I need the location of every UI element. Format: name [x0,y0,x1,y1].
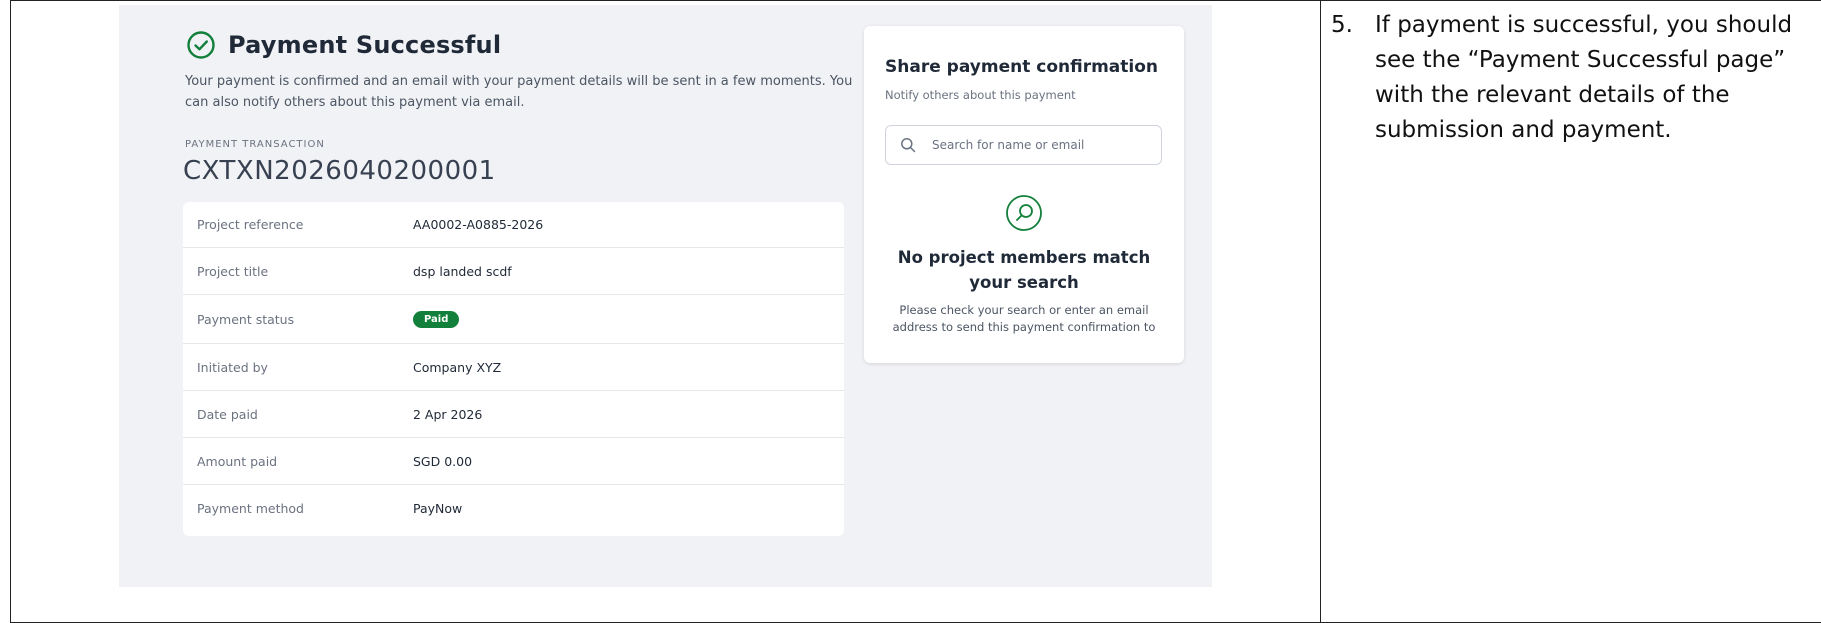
detail-label: Initiated by [197,359,268,375]
share-confirmation-card: Share payment confirmation Notify others… [864,26,1184,363]
search-box[interactable] [885,125,1162,165]
search-icon [901,138,916,153]
detail-label: Project title [197,263,269,279]
detail-row-amount-paid: Amount paid SGD 0.00 [183,438,844,485]
detail-value: Company XYZ [413,359,502,375]
detail-row-project-reference: Project reference AA0002-A0885-2026 [183,202,844,248]
detail-value: dsp landed scdf [413,263,512,279]
detail-label: Payment method [197,501,304,516]
detail-row-date-paid: Date paid 2 Apr 2026 [183,391,844,438]
page-subtitle: Your payment is confirmed and an email w… [185,74,853,110]
share-title: Share payment confirmation [885,57,1159,77]
detail-row-payment-status: Payment status Paid [183,295,844,344]
empty-state-description: Please check your search or enter an ema… [892,303,1156,334]
payment-details-card: Project reference AA0002-A0885-2026 Proj… [183,202,844,536]
page-header: Payment Successful [186,30,501,60]
detail-value: 2 Apr 2026 [413,406,483,422]
step-text: If payment is successful, you should see… [1375,12,1793,143]
page-title: Payment Successful [228,31,502,59]
detail-row-initiated-by: Initiated by Company XYZ [183,344,844,391]
detail-value: PayNow [413,501,463,516]
transaction-id: CXTXN2026040200001 [183,156,496,186]
detail-label: Payment status [197,311,295,327]
status-badge: Paid [413,311,460,328]
empty-state-title: No project members match your search [897,248,1151,292]
transaction-label: PAYMENT TRANSACTION [185,139,325,150]
detail-row-payment-method: Payment method PayNow [183,485,844,532]
detail-value: AA0002-A0885-2026 [413,217,544,232]
detail-label: Date paid [197,406,258,422]
search-input[interactable] [930,137,1154,153]
detail-row-project-title: Project title dsp landed scdf [183,248,844,295]
payment-successful-screenshot: Payment Successful Your payment is confi… [119,5,1212,587]
detail-value: SGD 0.00 [413,453,473,469]
magnifier-circle-icon [1006,195,1042,231]
detail-label: Amount paid [197,453,278,469]
detail-label: Project reference [197,217,304,232]
check-circle-icon [187,31,215,59]
share-subtitle: Notify others about this payment [885,88,1076,102]
step-number: 5. [1331,12,1353,38]
instruction-step: 5. If payment is successful, you should … [1331,8,1811,148]
table-column-divider [1320,0,1321,623]
